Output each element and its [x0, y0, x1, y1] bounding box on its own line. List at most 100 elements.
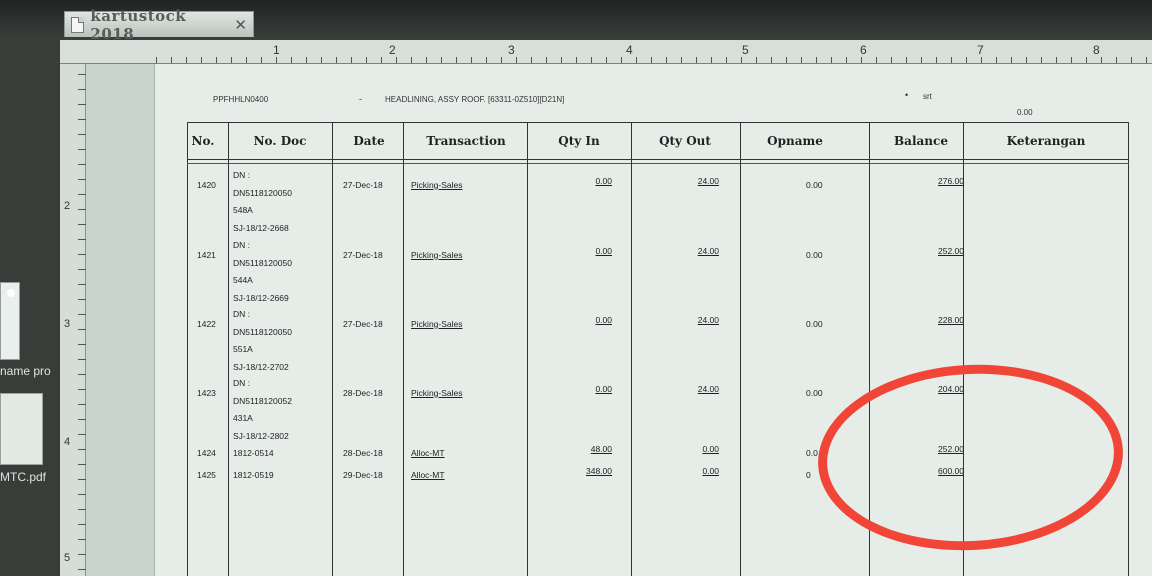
ruler-tick: [786, 57, 787, 63]
ruler-tick: [1056, 57, 1057, 63]
file-label-2[interactable]: MTC.pdf: [0, 470, 60, 484]
ruler-tick: [696, 57, 697, 63]
ruler-tick: [261, 57, 262, 63]
item-description: HEADLINING, ASSY ROOF. [63311-0Z510][D21…: [385, 95, 565, 104]
row-opname: 0.0: [806, 448, 818, 458]
ruler-number: 3: [508, 43, 515, 57]
ruler-tick: [216, 57, 217, 63]
row-qty-out: 24.00: [697, 175, 719, 186]
ruler-tick: [576, 57, 577, 63]
column-divider: [403, 122, 404, 576]
file-thumbnail-2[interactable]: [0, 393, 43, 465]
ruler-tick: [741, 57, 742, 63]
row-opname: 0.00: [806, 318, 823, 329]
ruler-tick: [846, 57, 847, 63]
row-number: 1421: [197, 249, 216, 260]
header-bullet: •: [905, 90, 909, 100]
ruler-number: 5: [64, 552, 71, 564]
row-opname: 0.00: [806, 249, 823, 260]
row-balance: 252.00: [938, 245, 964, 256]
ruler-tick: [921, 57, 922, 63]
ruler-tick: [78, 74, 86, 75]
ruler-tick: [396, 57, 397, 63]
item-code: PPFHHLN0400: [213, 95, 269, 104]
row-number: 1425: [197, 470, 216, 480]
ruler-tick: [78, 434, 86, 435]
ruler-tick: [291, 57, 292, 63]
ruler-tick: [651, 57, 652, 63]
row-date: 27-Dec-18: [343, 179, 383, 190]
row-qty-in: 0.00: [595, 314, 612, 325]
row-doc-line: SJ-18/12-2702: [233, 361, 289, 372]
row-transaction: Picking-Sales: [411, 249, 463, 260]
ruler-tick: [78, 299, 86, 300]
ruler-tick: [78, 524, 86, 525]
ruler-number: 7: [977, 43, 984, 57]
row-transaction: Alloc-MT: [411, 470, 445, 480]
column-header: Keterangan: [1006, 134, 1086, 148]
ruler-tick: [78, 374, 86, 375]
ruler-tick: [546, 57, 547, 63]
ruler-tick: [636, 57, 637, 63]
row-balance: 228.00: [938, 314, 964, 325]
row-doc-line: SJ-18/12-2668: [233, 222, 289, 233]
column-header: Opname: [767, 134, 823, 148]
row-qty-out: 0.00: [702, 444, 719, 454]
ruler-tick: [78, 209, 86, 210]
tab-title: kartustock 2018: [90, 6, 187, 43]
row-qty-out: 24.00: [697, 383, 719, 394]
ruler-tick: [501, 57, 502, 63]
ruler-tick: [951, 57, 952, 63]
row-qty-in: 348.00: [586, 466, 612, 476]
ruler-number: 6: [860, 43, 867, 57]
column-header: Transaction: [426, 134, 506, 148]
ruler-tick: [891, 57, 892, 63]
row-qty-in: 0.00: [595, 175, 612, 186]
ruler-tick: [78, 359, 86, 360]
row-doc-line: DN5118120050: [233, 257, 292, 268]
row-doc-line: DN5118120052: [233, 395, 292, 406]
file-label-1[interactable]: name pro: [0, 364, 60, 378]
column-header: No.: [191, 134, 215, 148]
ruler-tick: [78, 539, 86, 540]
ruler-tick: [321, 57, 322, 63]
row-opname: 0.00: [806, 179, 823, 190]
header-dash: -: [359, 94, 362, 104]
ruler-tick: [78, 104, 86, 105]
ruler-tick: [336, 57, 337, 63]
ruler-tick: [78, 464, 86, 465]
ruler-tick: [78, 569, 86, 570]
row-date: 29-Dec-18: [343, 470, 383, 480]
document-tab[interactable]: kartustock 2018 ✕: [64, 7, 254, 43]
row-doc-line: 1812-0519: [233, 470, 274, 480]
column-header: Date: [353, 134, 385, 148]
row-transaction: Picking-Sales: [411, 179, 463, 190]
ruler-tick: [78, 89, 86, 90]
close-icon[interactable]: ✕: [234, 16, 247, 34]
ruler-tick: [771, 57, 772, 63]
ruler-tick: [351, 57, 352, 63]
file-thumbnail-1[interactable]: [0, 282, 20, 360]
ruler-tick: [78, 419, 86, 420]
ruler-tick: [171, 57, 172, 63]
ruler-tick: [78, 179, 86, 180]
row-number: 1422: [197, 318, 216, 329]
ruler-tick: [78, 284, 86, 285]
row-transaction: Picking-Sales: [411, 318, 463, 329]
ruler-tick: [78, 149, 86, 150]
row-transaction: Picking-Sales: [411, 387, 463, 398]
ruler-tick: [411, 57, 412, 63]
row-doc-line: SJ-18/12-2802: [233, 430, 289, 441]
column-header: No. Doc: [253, 134, 307, 148]
ruler-tick: [426, 57, 427, 63]
column-divider: [740, 122, 741, 576]
row-doc-line: DN5118120050: [233, 187, 292, 198]
ruler-tick: [381, 57, 382, 63]
ruler-tick: [78, 404, 86, 405]
ruler-tick: [78, 449, 86, 450]
row-doc-line: DN :: [233, 170, 250, 180]
ruler-tick: [1086, 57, 1087, 63]
ruler-tick: [756, 57, 757, 63]
column-header: Qty In: [558, 134, 600, 148]
ruler-tick: [1131, 57, 1132, 63]
